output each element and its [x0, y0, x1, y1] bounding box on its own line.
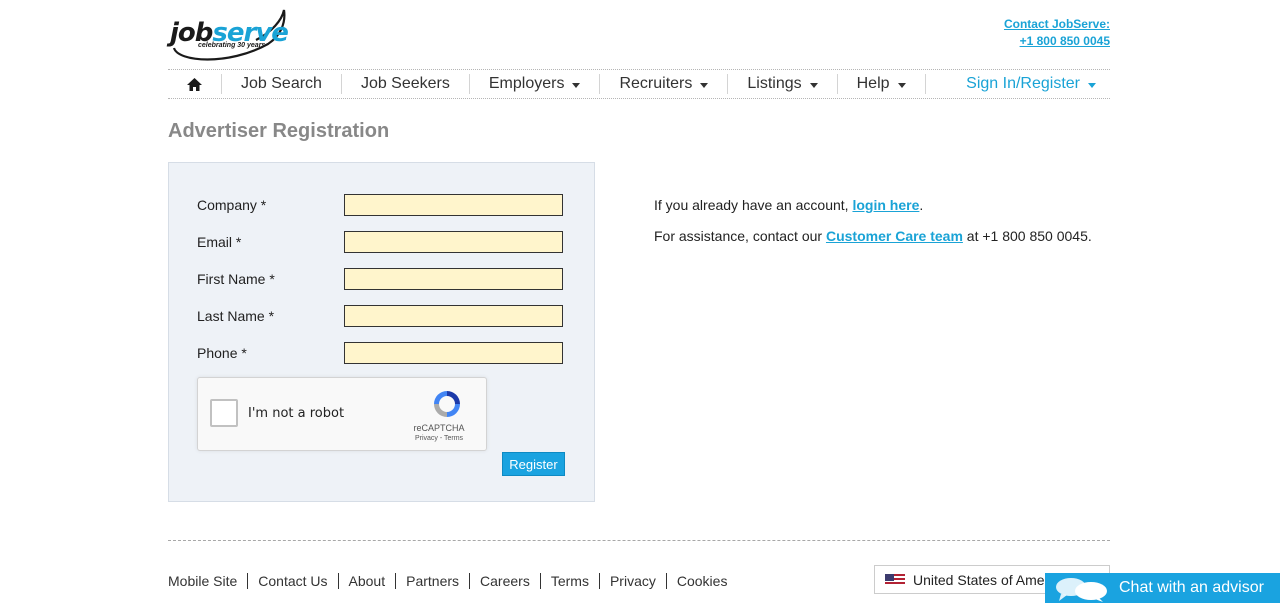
- nav-job-seekers-label: Job Seekers: [360, 75, 450, 92]
- login-here-link[interactable]: login here: [852, 197, 919, 213]
- recaptcha-privacy-terms[interactable]: Privacy - Terms: [404, 435, 474, 442]
- chat-bubbles-icon: [1056, 578, 1107, 602]
- footer-link-partners[interactable]: Partners: [395, 573, 469, 589]
- login-prompt-suffix: .: [919, 197, 924, 213]
- chevron-down-icon: [897, 82, 906, 88]
- company-row: Company *: [197, 194, 577, 216]
- main-nav: Job Search Job Seekers Employers Recruit…: [168, 69, 1110, 99]
- nav-home[interactable]: [168, 74, 222, 94]
- footer-link-contact-us[interactable]: Contact Us: [247, 573, 337, 589]
- nav-listings-label: Listings: [747, 75, 802, 92]
- nav-recruiters[interactable]: Recruiters: [600, 74, 729, 94]
- footer-links: Mobile Site Contact Us About Partners Ca…: [168, 573, 737, 589]
- phone-row: Phone *: [197, 342, 577, 364]
- email-row: Email *: [197, 231, 577, 253]
- company-field[interactable]: [344, 194, 563, 216]
- assistance-prefix: For assistance, contact our: [654, 228, 826, 244]
- footer-link-about[interactable]: About: [337, 573, 396, 589]
- nav-sign-in-register[interactable]: Sign In/Register: [966, 74, 1110, 94]
- chevron-down-icon: [1088, 82, 1096, 88]
- login-prompt: If you already have an account, login he…: [654, 197, 923, 213]
- email-field[interactable]: [344, 231, 563, 253]
- recaptcha-widget: I'm not a robot reCAPTCHA Privacy - Term…: [197, 377, 487, 451]
- contact-phone-link[interactable]: +1 800 850 0045: [1004, 33, 1110, 50]
- footer-link-cookies[interactable]: Cookies: [665, 573, 738, 589]
- phone-field[interactable]: [344, 342, 563, 364]
- first-name-label: First Name *: [197, 271, 275, 287]
- company-label: Company *: [197, 197, 267, 213]
- chevron-down-icon: [809, 82, 818, 88]
- recaptcha-label: I'm not a robot: [248, 406, 345, 421]
- last-name-label: Last Name *: [197, 308, 275, 324]
- last-name-field[interactable]: [344, 305, 563, 327]
- home-icon: [187, 77, 202, 91]
- footer-link-privacy[interactable]: Privacy: [598, 573, 666, 589]
- first-name-field[interactable]: [344, 268, 563, 290]
- chevron-down-icon: [572, 82, 581, 88]
- footer-link-careers[interactable]: Careers: [469, 573, 540, 589]
- registration-form: Company * Email * First Name * Last Name…: [168, 162, 595, 502]
- page-title: Advertiser Registration: [168, 120, 390, 142]
- phone-label: Phone *: [197, 345, 247, 361]
- nav-sign-in-label: Sign In/Register: [966, 75, 1080, 92]
- nav-help[interactable]: Help: [838, 74, 926, 94]
- chat-advisor-button[interactable]: Chat with an advisor: [1045, 573, 1280, 603]
- nav-employers[interactable]: Employers: [470, 74, 601, 94]
- assistance-suffix: at +1 800 850 0045.: [962, 228, 1092, 244]
- nav-job-seekers[interactable]: Job Seekers: [342, 74, 470, 94]
- customer-care-link[interactable]: Customer Care team: [826, 228, 963, 244]
- chat-advisor-label: Chat with an advisor: [1119, 579, 1264, 596]
- jobserve-logo[interactable]: jobserve celebrating 30 years: [168, 4, 292, 64]
- contact-link[interactable]: Contact JobServe:: [1004, 16, 1110, 33]
- nav-help-label: Help: [856, 75, 890, 92]
- last-name-row: Last Name *: [197, 305, 577, 327]
- footer-link-mobile-site[interactable]: Mobile Site: [168, 573, 247, 589]
- register-button[interactable]: Register: [502, 452, 565, 476]
- nav-listings[interactable]: Listings: [728, 74, 838, 94]
- header-contact: Contact JobServe: +1 800 850 0045: [1004, 16, 1110, 50]
- logo-tagline: celebrating 30 years: [198, 42, 266, 49]
- email-label: Email *: [197, 234, 242, 250]
- nav-recruiters-label: Recruiters: [619, 75, 693, 92]
- nav-employers-label: Employers: [488, 75, 565, 92]
- first-name-row: First Name *: [197, 268, 577, 290]
- recaptcha-brand: reCAPTCHA: [413, 423, 465, 433]
- recaptcha-checkbox[interactable]: [210, 399, 238, 427]
- login-prompt-text: If you already have an account,: [654, 197, 853, 213]
- nav-job-search[interactable]: Job Search: [222, 74, 342, 94]
- assistance-text: For assistance, contact our Customer Car…: [654, 228, 1092, 244]
- footer-link-terms[interactable]: Terms: [539, 573, 599, 589]
- country-label: United States of America: [913, 571, 1068, 588]
- us-flag-icon: [885, 573, 905, 586]
- recaptcha-logo-icon: [434, 391, 460, 417]
- chevron-down-icon: [700, 82, 709, 88]
- footer-divider: [168, 540, 1110, 541]
- nav-job-search-label: Job Search: [241, 75, 322, 92]
